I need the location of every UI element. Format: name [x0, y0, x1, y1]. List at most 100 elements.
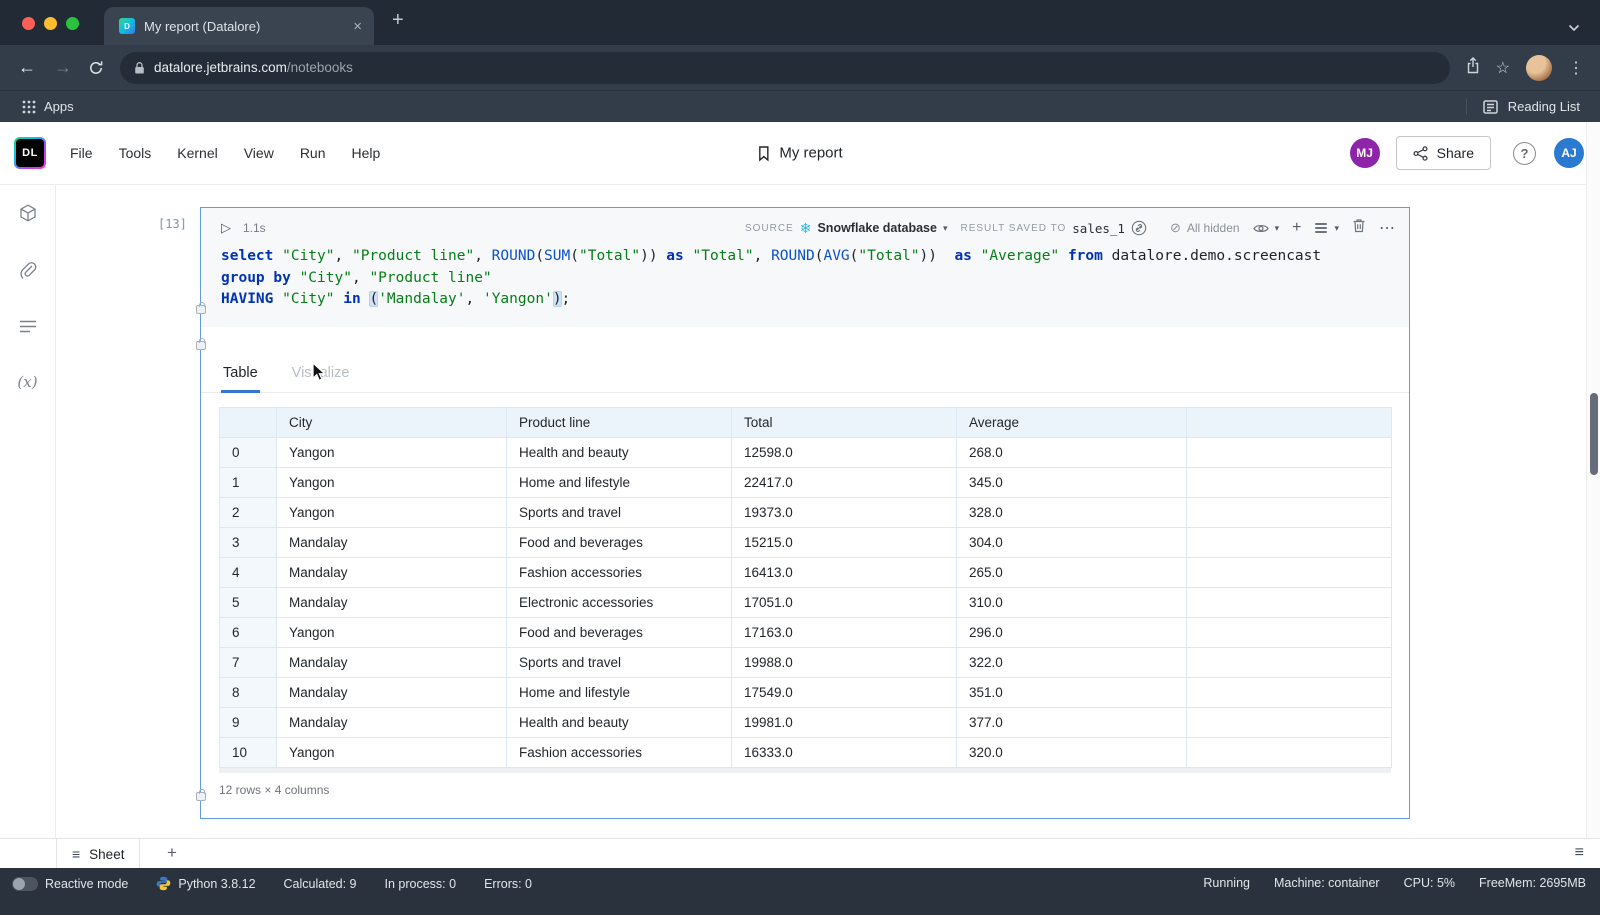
- share-button[interactable]: Share: [1396, 136, 1491, 170]
- more-options-icon[interactable]: ⋯: [1379, 218, 1395, 238]
- reload-button[interactable]: [88, 60, 104, 76]
- source-selector[interactable]: SOURCE ❄ Snowflake database ▾: [745, 220, 948, 237]
- table-row: 3MandalayFood and beverages15215.0304.0: [220, 527, 1392, 557]
- sheet-tab[interactable]: ≡ Sheet: [56, 839, 140, 869]
- minimize-window-button[interactable]: [44, 17, 57, 30]
- datalore-logo[interactable]: DL: [14, 137, 46, 169]
- column-header: [1187, 407, 1392, 437]
- menu-run[interactable]: Run: [300, 145, 326, 161]
- reactive-mode-toggle[interactable]: Reactive mode: [12, 877, 128, 891]
- bookmarks-bar: Apps Reading List: [0, 90, 1600, 122]
- sidebar-attachments-icon[interactable]: [19, 261, 37, 286]
- table-cell: Mandalay: [277, 527, 507, 557]
- close-window-button[interactable]: [22, 17, 35, 30]
- collaborator-avatar-mj[interactable]: MJ: [1350, 138, 1380, 168]
- table-cell: Electronic accessories: [507, 587, 732, 617]
- share-page-icon[interactable]: [1466, 57, 1480, 79]
- menu-view[interactable]: View: [244, 145, 274, 161]
- sidebar-toc-icon[interactable]: [19, 319, 37, 340]
- table-cell: 328.0: [957, 497, 1187, 527]
- cpu-status: CPU: 5%: [1404, 876, 1455, 890]
- table-cell: 12598.0: [732, 437, 957, 467]
- status-left: Reactive mode Python 3.8.12 Calculated: …: [12, 876, 532, 891]
- sql-code[interactable]: select "City", "Product line", ROUND(SUM…: [201, 242, 1409, 311]
- table-cell-empty: [1187, 737, 1392, 767]
- table-cell: 19981.0: [732, 707, 957, 737]
- page-scrollbar[interactable]: [1586, 122, 1600, 838]
- menu-file[interactable]: File: [70, 145, 93, 161]
- table-summary: 12 rows × 4 columns: [219, 783, 1409, 797]
- chevron-down-icon: ▾: [943, 223, 948, 234]
- new-tab-button[interactable]: +: [392, 9, 404, 32]
- cell-boundary-lock-icon[interactable]: [196, 341, 206, 350]
- apps-button[interactable]: Apps: [22, 99, 74, 114]
- menu-help[interactable]: Help: [352, 145, 381, 161]
- browser-tab[interactable]: D My report (Datalore) ×: [104, 7, 374, 45]
- help-button[interactable]: ?: [1513, 142, 1536, 165]
- table-cell: Food and beverages: [507, 527, 732, 557]
- reading-list-button[interactable]: Reading List: [1466, 99, 1580, 115]
- menu-kernel[interactable]: Kernel: [177, 145, 217, 161]
- cell-boundary-lock-icon[interactable]: [196, 305, 206, 314]
- cell-boundary-lock-icon[interactable]: [196, 792, 206, 801]
- mouse-cursor: [309, 362, 327, 383]
- errors-count: Errors: 0: [484, 877, 532, 891]
- apps-label: Apps: [44, 99, 74, 114]
- cell-type-dropdown[interactable]: ▾: [1314, 222, 1339, 234]
- cell-toolbar-right: SOURCE ❄ Snowflake database ▾ RESULT SAV…: [745, 218, 1395, 238]
- table-cell: Sports and travel: [507, 647, 732, 677]
- result-value[interactable]: sales_1: [1072, 221, 1125, 236]
- tab-table[interactable]: Table: [221, 353, 260, 393]
- toggle-icon[interactable]: [12, 877, 38, 891]
- add-cell-icon[interactable]: +: [1292, 219, 1301, 237]
- table-cell: 345.0: [957, 467, 1187, 497]
- back-button[interactable]: ←: [18, 57, 36, 78]
- browser-menu-icon[interactable]: ⋮: [1568, 58, 1584, 78]
- table-cell-empty: [1187, 527, 1392, 557]
- add-sheet-button[interactable]: +: [167, 843, 177, 863]
- run-cell-icon[interactable]: ▷: [221, 220, 231, 236]
- table-cell: Home and lifestyle: [507, 467, 732, 497]
- bookmark-star-icon[interactable]: ☆: [1496, 58, 1510, 78]
- in-process-count: In process: 0: [385, 877, 457, 891]
- tab-search-chevron-icon[interactable]: [1568, 19, 1580, 37]
- visibility-dropdown[interactable]: ▾: [1253, 223, 1280, 234]
- user-avatar-aj[interactable]: AJ: [1554, 138, 1584, 168]
- menu-tools[interactable]: Tools: [119, 145, 152, 161]
- bookmark-icon: [757, 145, 770, 161]
- code-line[interactable]: select "City", "Product line", ROUND(SUM…: [221, 246, 1399, 268]
- sidebar-variables-icon[interactable]: (x): [17, 373, 37, 391]
- code-line[interactable]: group by "City", "Product line": [221, 268, 1399, 290]
- chevron-down-icon: ▾: [1275, 223, 1280, 234]
- browser-profile-avatar[interactable]: [1526, 55, 1552, 81]
- status-right: Running Machine: container CPU: 5% FreeM…: [1203, 876, 1586, 890]
- result-link-icon[interactable]: [1131, 220, 1147, 236]
- result-table: CityProduct lineTotalAverage 0YangonHeal…: [219, 407, 1392, 768]
- table-cell: Yangon: [277, 467, 507, 497]
- forward-button[interactable]: →: [54, 57, 72, 78]
- table-row: 1YangonHome and lifestyle22417.0345.0: [220, 467, 1392, 497]
- table-cell: Food and beverages: [507, 617, 732, 647]
- share-button-label: Share: [1437, 145, 1474, 161]
- table-horizontal-scrollbar[interactable]: [219, 768, 1391, 773]
- notebook-main-area: (x) [13] ▷ 1.1s SOURCE ❄ Snowflake datab…: [0, 185, 1600, 838]
- table-cell: 10: [220, 737, 277, 767]
- sheet-list-menu-icon[interactable]: ≡: [1575, 844, 1584, 862]
- code-area: ▷ 1.1s SOURCE ❄ Snowflake database ▾ RES…: [201, 208, 1409, 327]
- table-cell: Mandalay: [277, 587, 507, 617]
- code-line[interactable]: HAVING "City" in ('Mandalay', 'Yangon');: [221, 289, 1399, 311]
- table-row: 10YangonFashion accessories16333.0320.0: [220, 737, 1392, 767]
- tab-close-icon[interactable]: ×: [353, 19, 362, 34]
- scrollbar-thumb[interactable]: [1590, 393, 1598, 475]
- nav-right-controls: ☆ ⋮: [1466, 55, 1584, 81]
- sidebar-environment-icon[interactable]: [18, 203, 38, 228]
- sql-cell: ▷ 1.1s SOURCE ❄ Snowflake database ▾ RES…: [200, 207, 1410, 819]
- app-menu-bar: File Tools Kernel View Run Help: [70, 145, 380, 161]
- kernel-selector[interactable]: Python 3.8.12: [156, 876, 255, 891]
- visibility-status[interactable]: ⊘ All hidden: [1170, 220, 1240, 236]
- delete-cell-icon[interactable]: [1352, 218, 1366, 238]
- layers-icon: [1314, 222, 1328, 234]
- reading-list-label: Reading List: [1508, 99, 1580, 114]
- url-bar[interactable]: datalore.jetbrains.com/notebooks: [120, 52, 1450, 84]
- zoom-window-button[interactable]: [66, 17, 79, 30]
